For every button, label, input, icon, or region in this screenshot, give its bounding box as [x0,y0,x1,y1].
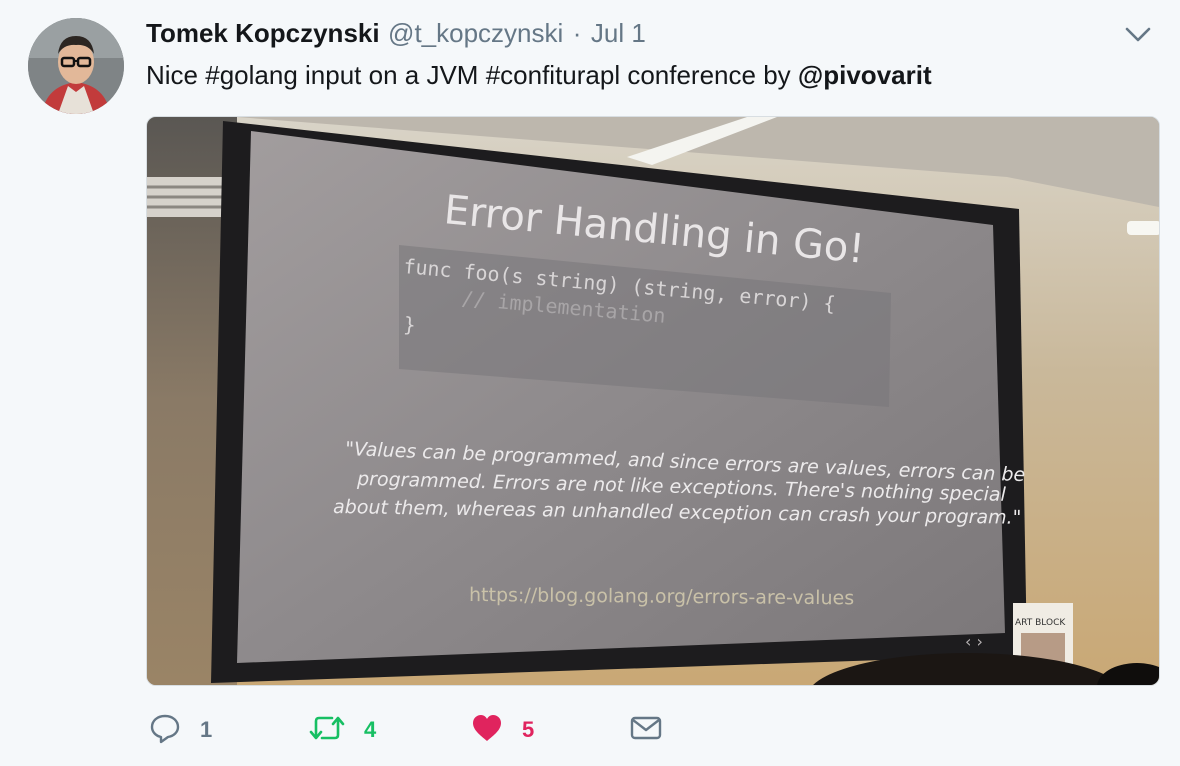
hashtag-confiturapl[interactable]: #confiturapl [486,60,620,90]
svg-text:ART BLOCK: ART BLOCK [1015,618,1066,628]
slide-code-line-3: } [403,312,417,337]
timestamp[interactable]: Jul 1 [591,18,646,48]
retweet-icon [308,711,346,750]
like-button[interactable]: 5 [470,706,534,754]
heart-icon [470,711,504,750]
avatar[interactable] [28,18,124,114]
reply-count: 1 [200,717,213,742]
slide-nav-arrows: ‹ › [965,632,983,651]
tweet[interactable]: Tomek Kopczynski @t_kopczynski · Jul 1 N… [0,0,1180,766]
tweet-actions: 1 4 5 [146,706,1046,754]
mention-pivovarit[interactable]: @pivovarit [798,60,932,90]
mail-icon [628,711,664,750]
tweet-header: Tomek Kopczynski @t_kopczynski · Jul 1 [146,16,646,50]
text-segment: conference by [620,60,798,90]
like-count: 5 [522,717,535,742]
text-segment: input on a JVM [297,60,486,90]
reply-button[interactable]: 1 [148,706,212,754]
hashtag-golang[interactable]: #golang [205,60,298,90]
direct-message-button[interactable] [628,706,664,754]
tweet-photo[interactable]: Error Handling in Go! func foo(s string)… [146,116,1160,686]
tweet-text: Nice #golang input on a JVM #confiturapl… [146,58,932,92]
author-handle[interactable]: @t_kopczynski [388,18,563,48]
vent [147,177,227,217]
author-name[interactable]: Tomek Kopczynski [146,18,380,48]
chevron-down-icon[interactable] [1122,20,1154,48]
text-segment: Nice [146,60,206,90]
separator-dot: · [572,18,582,48]
slide-url: https://blog.golang.org/errors-are-value… [469,584,854,609]
reply-icon [148,711,182,750]
retweet-count: 4 [364,717,377,742]
retweet-button[interactable]: 4 [308,706,376,754]
